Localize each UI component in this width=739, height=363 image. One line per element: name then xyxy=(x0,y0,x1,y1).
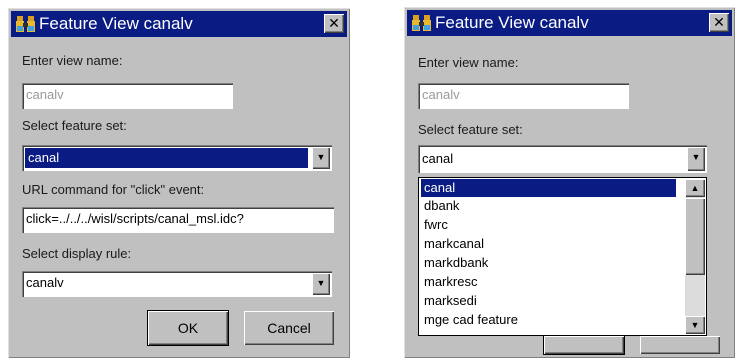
view-name-label: Enter view name: xyxy=(22,53,123,68)
feature-view-dialog: Feature View canalv ✕ Enter view name: c… xyxy=(8,8,350,358)
feature-set-select[interactable]: canal ▼ xyxy=(418,145,707,173)
close-icon: ✕ xyxy=(328,15,340,31)
feature-set-label: Select feature set: xyxy=(22,118,127,133)
feature-set-dropdown-list[interactable]: canal dbank fwrc markcanal markdbank mar… xyxy=(418,177,707,336)
ok-button[interactable]: OK xyxy=(147,310,229,346)
chevron-down-icon: ▼ xyxy=(316,152,326,162)
vertical-scrollbar[interactable]: ▲ ▼ xyxy=(685,179,705,334)
dropdown-button[interactable]: ▼ xyxy=(312,273,330,295)
title-bar: Feature View canalv ✕ xyxy=(11,11,347,37)
cancel-button[interactable]: Cancel xyxy=(244,311,334,345)
list-item[interactable]: markdbank xyxy=(421,254,676,272)
dropdown-button[interactable]: ▼ xyxy=(312,147,330,169)
close-button[interactable]: ✕ xyxy=(709,13,729,32)
binoculars-icon xyxy=(412,15,431,31)
binoculars-icon xyxy=(16,16,35,32)
display-rule-value: canalv xyxy=(26,275,64,290)
list-item[interactable]: mge cad feature xyxy=(421,311,676,329)
scroll-up-button[interactable]: ▲ xyxy=(685,179,705,197)
window-title: Feature View canalv xyxy=(39,14,193,33)
title-bar: Feature View canalv ✕ xyxy=(407,10,732,36)
url-command-input[interactable]: click=../../../wisl/scripts/canal_msl.id… xyxy=(22,207,334,233)
scroll-up-icon: ▲ xyxy=(690,183,700,193)
scroll-down-button[interactable]: ▼ xyxy=(685,316,705,334)
window-title: Feature View canalv xyxy=(435,13,589,32)
list-item[interactable]: markresc xyxy=(421,273,676,291)
feature-set-selected-value: canal xyxy=(25,148,308,168)
close-icon: ✕ xyxy=(713,14,725,30)
feature-set-selected-value: canal xyxy=(422,151,454,166)
ok-button-partially-hidden[interactable] xyxy=(543,335,625,355)
feature-view-dialog-dropdown-open: Feature View canalv ✕ Enter view name: c… xyxy=(404,7,735,358)
feature-set-select[interactable]: canal ▼ xyxy=(22,145,332,171)
feature-set-label: Select feature set: xyxy=(418,122,523,137)
close-button[interactable]: ✕ xyxy=(324,14,344,33)
scroll-thumb[interactable] xyxy=(685,198,705,275)
chevron-down-icon: ▼ xyxy=(316,278,326,288)
dropdown-button[interactable]: ▼ xyxy=(687,147,705,171)
display-rule-label: Select display rule: xyxy=(22,246,132,261)
display-rule-select[interactable]: canalv ▼ xyxy=(22,271,332,297)
list-item[interactable]: fwrc xyxy=(421,216,676,234)
list-item[interactable]: canal xyxy=(421,179,676,197)
view-name-input[interactable]: canalv xyxy=(22,83,233,109)
list-item[interactable]: markcanal xyxy=(421,235,676,253)
list-item[interactable]: dbank xyxy=(421,197,676,215)
view-name-input[interactable]: canalv xyxy=(418,83,629,109)
view-name-label: Enter view name: xyxy=(418,55,519,70)
chevron-down-icon: ▼ xyxy=(691,152,701,162)
url-command-label: URL command for "click" event: xyxy=(22,182,205,197)
scroll-down-icon: ▼ xyxy=(690,320,700,330)
list-item[interactable]: marksedi xyxy=(421,292,676,310)
cancel-button-partially-hidden[interactable] xyxy=(640,336,720,354)
